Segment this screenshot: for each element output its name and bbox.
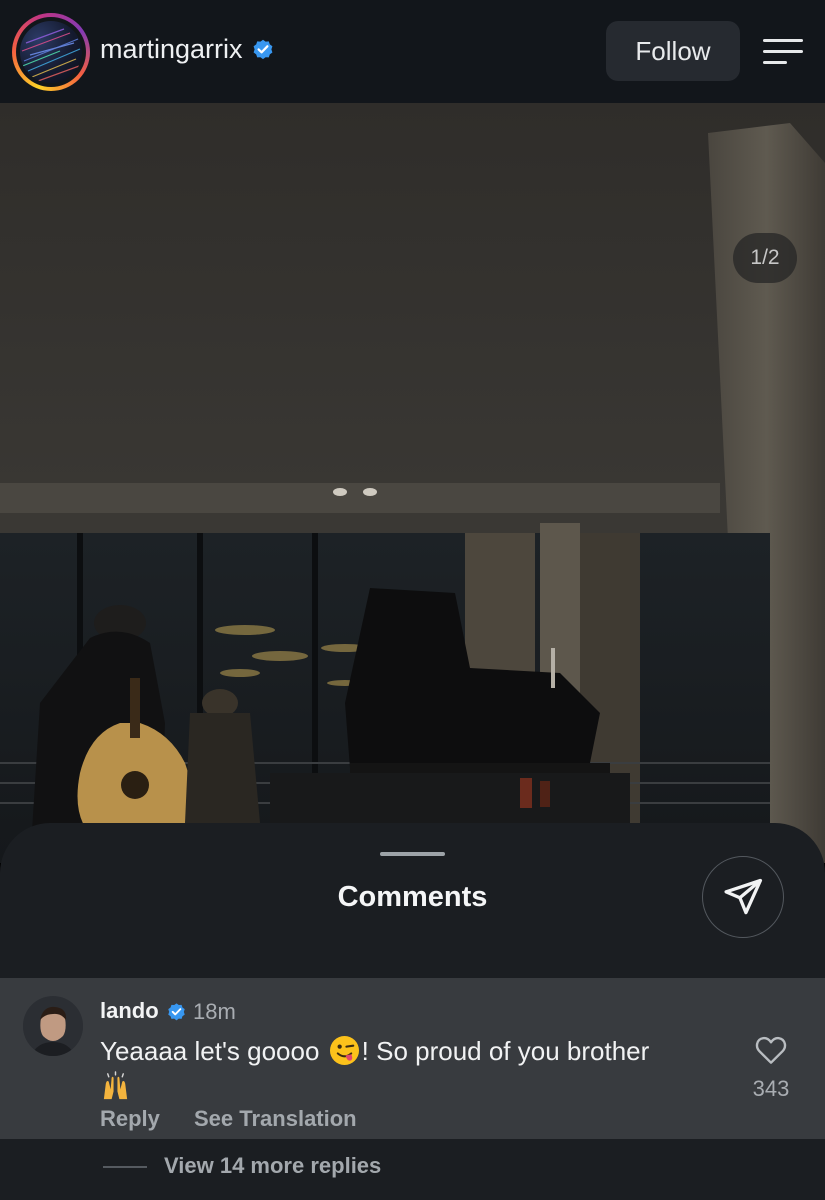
- follow-button[interactable]: Follow: [606, 21, 740, 81]
- like-count: 343: [752, 1076, 790, 1101]
- heart-icon[interactable]: [755, 1035, 787, 1065]
- winking-face-with-tongue-icon: [329, 1035, 359, 1066]
- commenter-avatar[interactable]: [23, 996, 83, 1056]
- comments-sheet: Comments lando 18m Yeaaaa let's goooo ! …: [0, 823, 825, 1200]
- replies-divider: [103, 1166, 147, 1168]
- profile-avatar[interactable]: [12, 13, 90, 91]
- post-image[interactable]: 1/2: [0, 103, 825, 863]
- reply-button[interactable]: Reply: [100, 1106, 160, 1132]
- comment-text: Yeaaaa let's goooo ! So proud of you bro…: [100, 1034, 720, 1104]
- view-more-replies-button[interactable]: View 14 more replies: [164, 1153, 381, 1179]
- hamburger-menu-icon[interactable]: [763, 39, 803, 65]
- see-translation-button[interactable]: See Translation: [194, 1106, 357, 1132]
- post-header: martingarrix Follow: [0, 0, 825, 103]
- comment-item[interactable]: lando 18m Yeaaaa let's goooo ! So proud …: [0, 978, 825, 1139]
- comment-timestamp: 18m: [193, 999, 236, 1024]
- sheet-drag-handle[interactable]: [380, 852, 445, 856]
- post-username[interactable]: martingarrix: [100, 34, 275, 65]
- verified-badge-icon: [253, 39, 272, 59]
- verified-badge-icon: [168, 1003, 185, 1021]
- raising-hands-icon: [103, 1071, 128, 1100]
- paper-plane-icon: [724, 878, 763, 915]
- commenter-username[interactable]: lando: [100, 998, 159, 1024]
- share-button[interactable]: [702, 856, 784, 938]
- image-counter: 1/2: [733, 233, 797, 283]
